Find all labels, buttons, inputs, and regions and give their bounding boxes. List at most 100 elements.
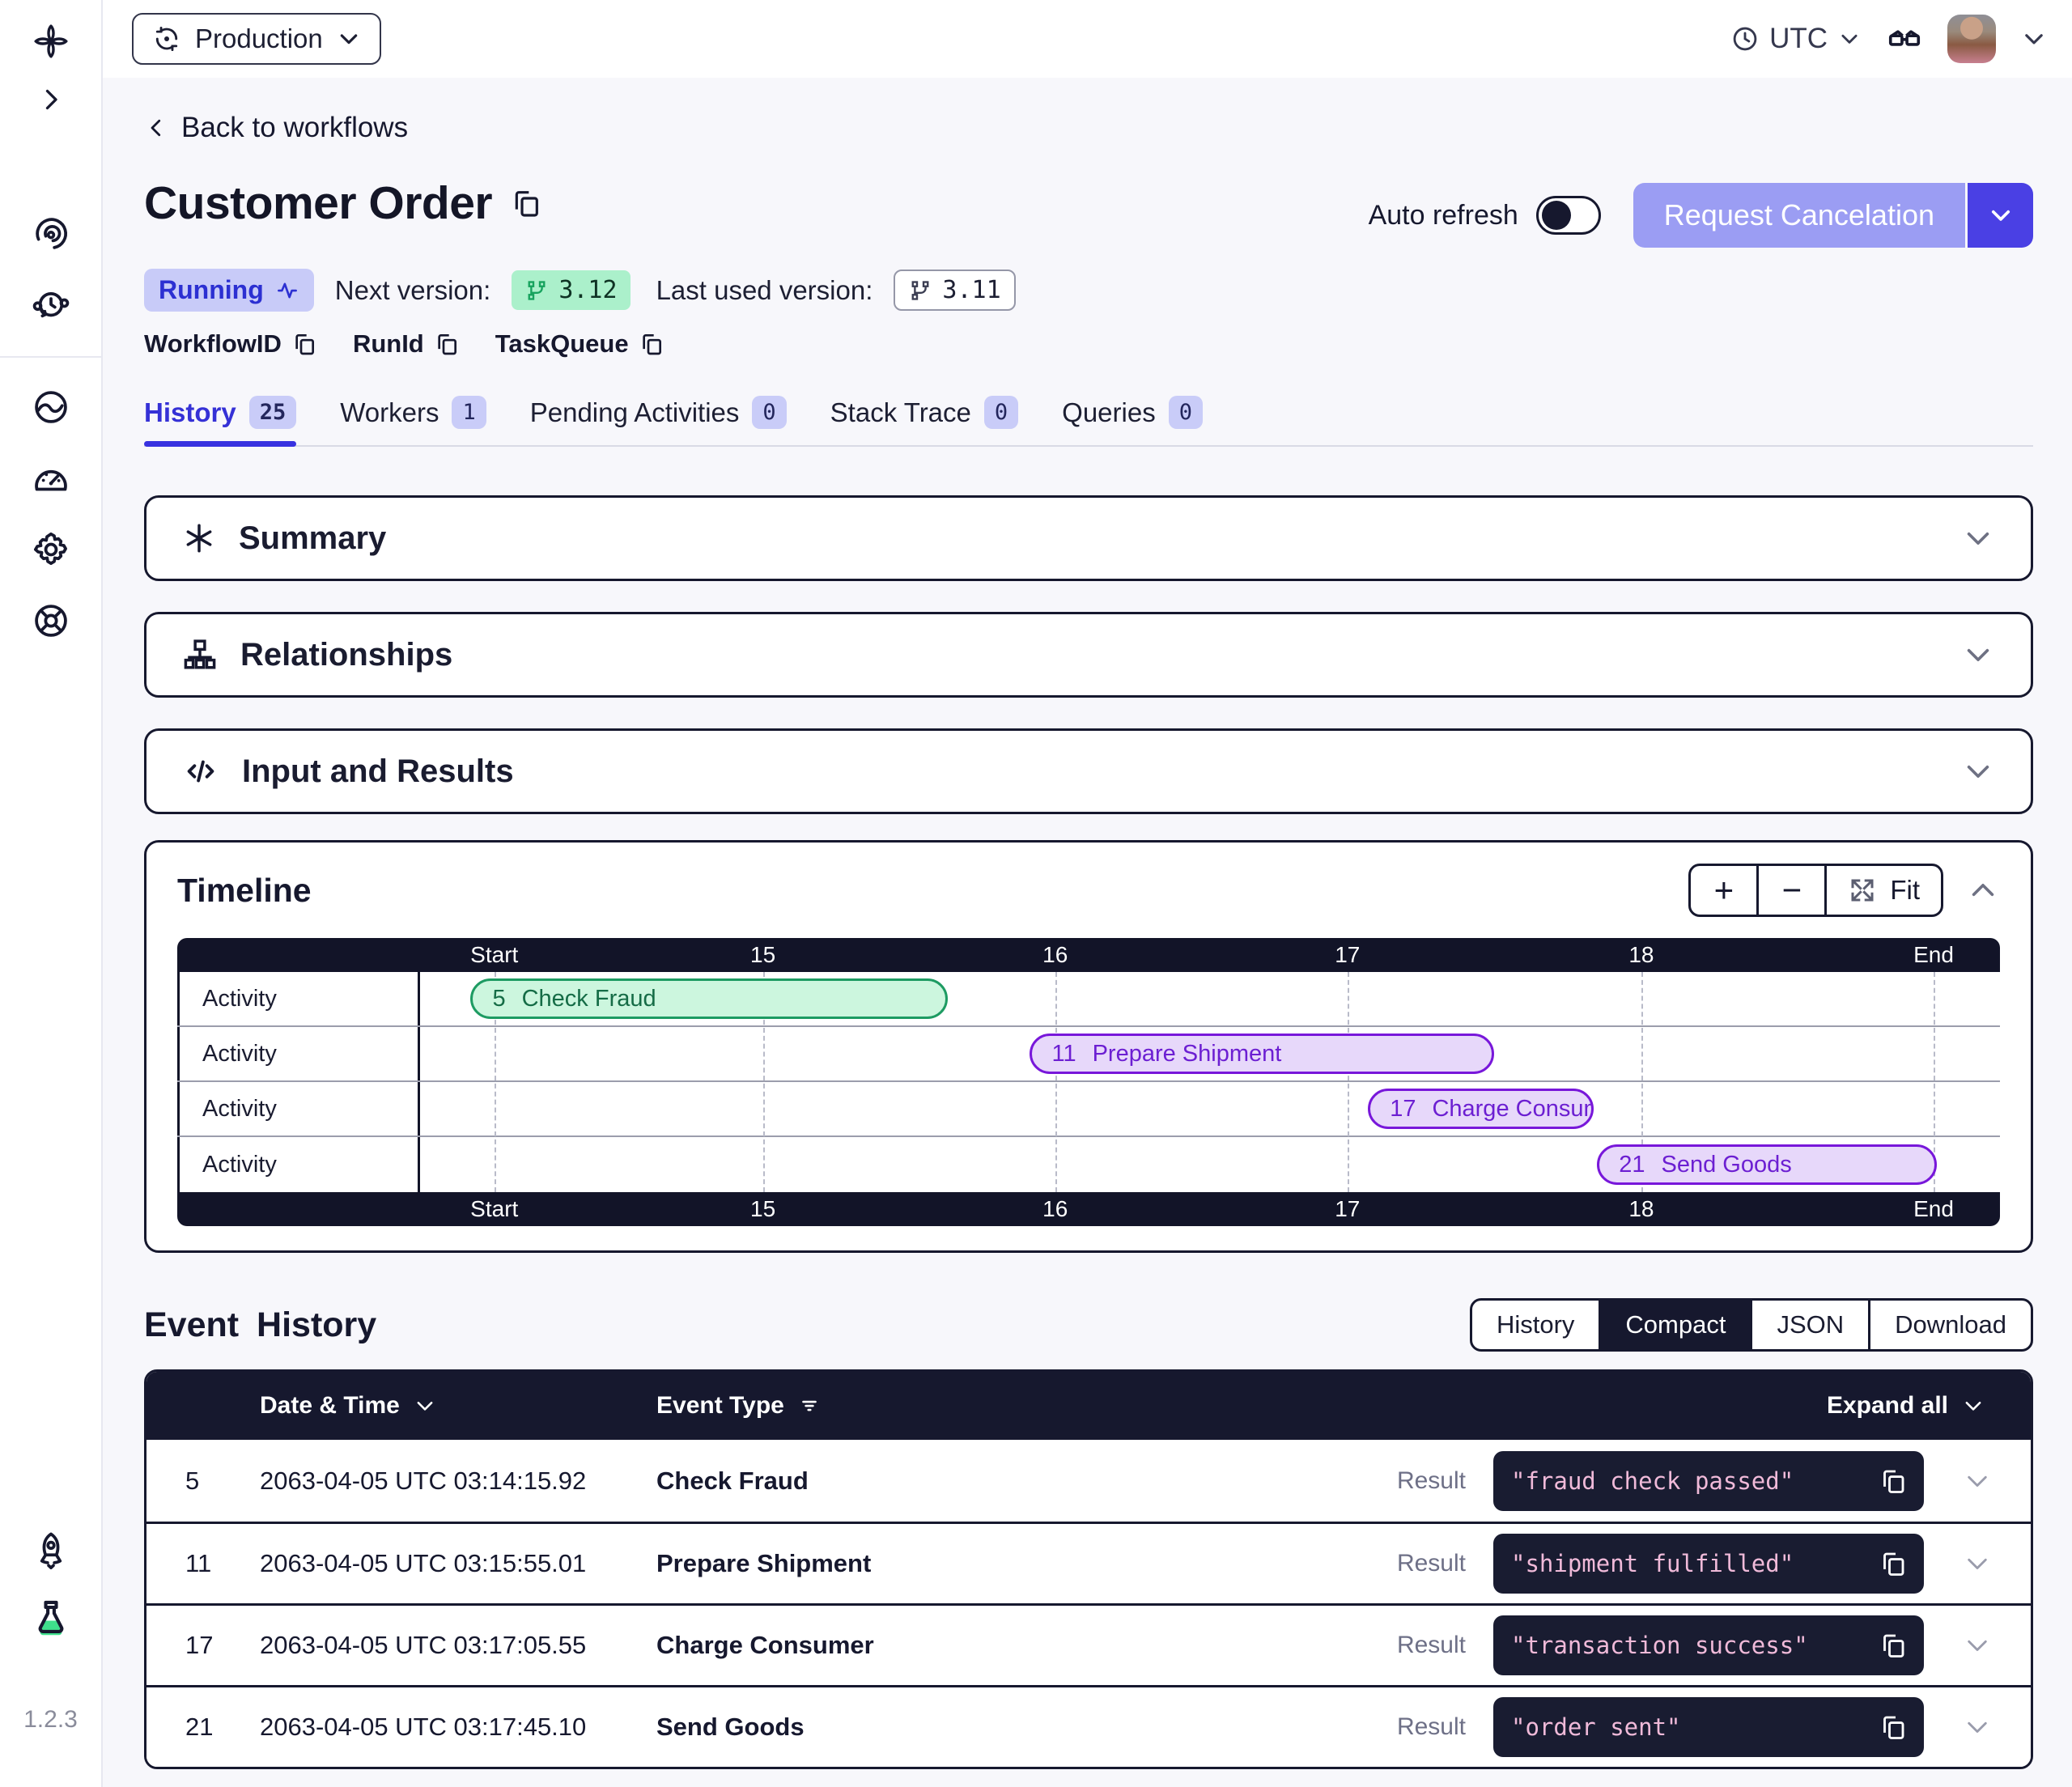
copy-result-icon[interactable] — [1879, 1549, 1908, 1578]
copy-title-icon[interactable] — [510, 187, 542, 219]
last-version-label: Last used version: — [656, 275, 873, 306]
section-title: Input and Results — [242, 753, 514, 790]
axis-tick: Start — [470, 1196, 518, 1222]
tab-label: History — [144, 397, 236, 428]
sidebar-item-schedules[interactable] — [23, 277, 79, 333]
sidebar-expand-chevron-icon[interactable] — [23, 71, 79, 128]
timeline-bar-charge-consumer[interactable]: 17 Charge Consumer — [1368, 1089, 1594, 1129]
expand-all-button[interactable]: Expand all — [1493, 1392, 2031, 1420]
event-row-charge-consumer[interactable]: 17 2063-04-05 UTC 03:17:05.55 Charge Con… — [146, 1603, 2031, 1685]
auto-refresh-toggle[interactable] — [1536, 196, 1601, 235]
axis-tick: End — [1913, 1196, 1954, 1222]
user-avatar[interactable] — [1947, 15, 1996, 63]
event-row-prepare-shipment[interactable]: 11 2063-04-05 UTC 03:15:55.01 Prepare Sh… — [146, 1522, 2031, 1603]
tab-count-badge: 0 — [984, 396, 1018, 429]
copy-task-queue-icon[interactable] — [639, 331, 664, 357]
zoom-fit-button[interactable]: Fit — [1827, 866, 1941, 915]
back-to-workflows-link[interactable]: Back to workflows — [144, 112, 408, 144]
workflow-title-text: Customer Order — [144, 176, 492, 230]
input-results-section[interactable]: Input and Results — [144, 728, 2033, 814]
bar-event-id: 5 — [492, 986, 505, 1012]
task-queue-item: TaskQueue — [495, 329, 664, 359]
tab-pending-activities[interactable]: Pending Activities 0 — [530, 396, 787, 445]
sidebar-item-settings[interactable] — [23, 521, 79, 578]
timeline-zoom-controls: + − Fit — [1688, 864, 1943, 917]
tab-stack-trace[interactable]: Stack Trace 0 — [830, 396, 1019, 445]
chevron-down-icon[interactable] — [1961, 754, 1995, 788]
feedback-glasses-icon[interactable] — [1886, 20, 1923, 57]
sidebar-item-getting-started[interactable] — [23, 1522, 79, 1578]
sidebar-item-usage[interactable] — [23, 450, 79, 507]
account-menu-chevron-icon[interactable] — [2020, 25, 2048, 53]
event-type: Prepare Shipment — [656, 1549, 1397, 1578]
view-button-compact[interactable]: Compact — [1601, 1301, 1752, 1349]
view-button-download[interactable]: Download — [1870, 1301, 2031, 1349]
request-cancelation-button[interactable]: Request Cancelation — [1633, 183, 1965, 248]
tab-history[interactable]: History 25 — [144, 396, 296, 445]
sidebar-item-workflows[interactable] — [23, 206, 79, 262]
left-nav-sidebar: 1.2.3 — [0, 0, 103, 1787]
timeline-bar-prepare-shipment[interactable]: 11 Prepare Shipment — [1030, 1034, 1494, 1074]
task-queue-label: TaskQueue — [495, 329, 629, 359]
event-id: 5 — [146, 1467, 260, 1496]
sitemap-icon — [182, 637, 218, 673]
chevron-down-icon — [1837, 27, 1862, 51]
row-expand-chevron-icon[interactable] — [1962, 1712, 1993, 1742]
col-date-time[interactable]: Date & Time — [260, 1392, 656, 1420]
tab-label: Stack Trace — [830, 397, 971, 428]
tab-count-badge: 1 — [452, 396, 486, 429]
event-row-check-fraud[interactable]: 5 2063-04-05 UTC 03:14:15.92 Check Fraud… — [146, 1440, 2031, 1522]
chevron-down-icon[interactable] — [1961, 638, 1995, 672]
zoom-in-button[interactable]: + — [1691, 866, 1759, 915]
timeline-row: Activity 11 Prepare Shipment — [177, 1027, 2000, 1082]
copy-run-id-icon[interactable] — [434, 331, 460, 357]
row-expand-chevron-icon[interactable] — [1962, 1548, 1993, 1579]
copy-workflow-id-icon[interactable] — [291, 331, 317, 357]
row-expand-chevron-icon[interactable] — [1962, 1466, 1993, 1496]
sidebar-item-labs-flask[interactable] — [23, 1590, 79, 1646]
bar-event-id: 21 — [1619, 1152, 1645, 1178]
tab-workers[interactable]: Workers 1 — [340, 396, 486, 445]
event-row-send-goods[interactable]: 21 2063-04-05 UTC 03:17:45.10 Send Goods… — [146, 1685, 2031, 1767]
copy-result-icon[interactable] — [1879, 1631, 1908, 1660]
workflow-id-label: WorkflowID — [144, 329, 282, 359]
result-label: Result — [1397, 1550, 1493, 1577]
topbar: Production UTC — [103, 0, 2072, 78]
axis-tick: 16 — [1042, 942, 1068, 968]
chevron-down-icon[interactable] — [1961, 521, 1995, 555]
event-datetime: 2063-04-05 UTC 03:17:45.10 — [260, 1713, 656, 1742]
temporal-logo-icon[interactable] — [23, 13, 79, 70]
namespace-switcher[interactable]: Production — [132, 13, 381, 65]
back-link-label: Back to workflows — [181, 112, 408, 144]
view-button-history[interactable]: History — [1472, 1301, 1601, 1349]
timeline-bar-send-goods[interactable]: 21 Send Goods — [1597, 1144, 1937, 1185]
zoom-out-button[interactable]: − — [1759, 866, 1827, 915]
copy-result-icon[interactable] — [1879, 1713, 1908, 1742]
timezone-selector[interactable]: UTC — [1730, 23, 1862, 55]
version-branch-icon — [524, 278, 549, 303]
auto-refresh-control: Auto refresh — [1369, 196, 1601, 235]
result-value-pill: "transaction success" — [1493, 1615, 1924, 1675]
tab-queries[interactable]: Queries 0 — [1062, 396, 1203, 445]
row-expand-chevron-icon[interactable] — [1962, 1630, 1993, 1661]
sidebar-item-nexus[interactable] — [23, 379, 79, 435]
timeline-collapse-chevron-icon[interactable] — [1966, 873, 2000, 907]
timeline-title: Timeline — [177, 872, 312, 910]
sidebar-item-support[interactable] — [23, 592, 79, 649]
app-window: 1.2.3 Production UTC — [0, 0, 2072, 1787]
col-event-type[interactable]: Event Type — [656, 1392, 1493, 1420]
version-branch-icon — [908, 278, 932, 303]
summary-section[interactable]: Summary — [144, 495, 2033, 581]
event-type: Charge Consumer — [656, 1631, 1397, 1660]
relationships-section[interactable]: Relationships — [144, 612, 2033, 698]
section-title: Summary — [239, 520, 386, 557]
asterisk-icon — [182, 521, 216, 555]
event-id: 11 — [146, 1549, 260, 1578]
view-button-json[interactable]: JSON — [1752, 1301, 1870, 1349]
page-content: Back to workflows Customer Order Auto re… — [103, 78, 2072, 1787]
timeline-bar-check-fraud[interactable]: 5 Check Fraud — [470, 978, 948, 1019]
clock-icon — [1730, 24, 1760, 53]
request-cancelation-menu-button[interactable] — [1965, 183, 2033, 248]
copy-result-icon[interactable] — [1879, 1467, 1908, 1496]
timeline-axis-top: Start 15 16 17 18 End — [177, 938, 2000, 972]
